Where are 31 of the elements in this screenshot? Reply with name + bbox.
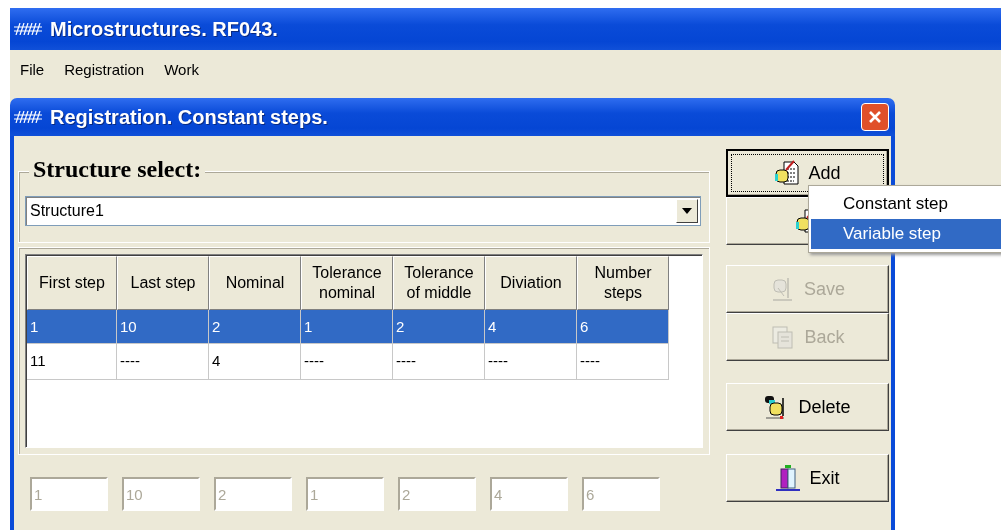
menu-item[interactable]: File xyxy=(18,60,47,78)
table-cell: ---- xyxy=(117,344,209,380)
close-button[interactable] xyxy=(861,103,889,131)
door-exit-icon xyxy=(775,464,802,492)
dialog-title: Registration. Constant steps. xyxy=(50,105,328,129)
table-cell: ---- xyxy=(301,344,393,380)
delete-button[interactable]: Delete xyxy=(726,383,889,431)
column-header[interactable]: Tolerance nominal xyxy=(301,256,393,310)
app-icon xyxy=(14,23,44,35)
menu-item[interactable]: Registration xyxy=(62,60,147,78)
window-title: Microstructures. RF043. xyxy=(50,17,278,41)
table-cell: 4 xyxy=(209,344,301,380)
hand-document-icon xyxy=(774,160,801,186)
column-header[interactable]: Nominal xyxy=(209,256,301,310)
column-header[interactable]: First step xyxy=(27,256,117,310)
column-header[interactable]: Diviation xyxy=(485,256,577,310)
close-icon[interactable] xyxy=(868,110,882,124)
structure-dropdown[interactable]: Structure1 xyxy=(25,196,701,226)
app-icon xyxy=(14,111,44,123)
table-cell: ---- xyxy=(577,344,669,380)
menu-item[interactable]: Work xyxy=(162,60,201,78)
column-header[interactable]: Tolerance of middle xyxy=(393,256,485,310)
table-row[interactable]: 1 10 2 1 2 4 6 xyxy=(27,310,669,344)
table-cell: ---- xyxy=(393,344,485,380)
column-header[interactable]: Number steps xyxy=(577,256,669,310)
table-row[interactable]: 11 ---- 4 ---- ---- ---- ---- xyxy=(27,344,669,380)
table-cell: 11 xyxy=(27,344,117,380)
column-header[interactable]: Last step xyxy=(117,256,209,310)
menu-item[interactable]: Variable step xyxy=(811,219,1001,249)
exit-button[interactable]: Exit xyxy=(726,454,889,502)
table-cell: ---- xyxy=(485,344,577,380)
